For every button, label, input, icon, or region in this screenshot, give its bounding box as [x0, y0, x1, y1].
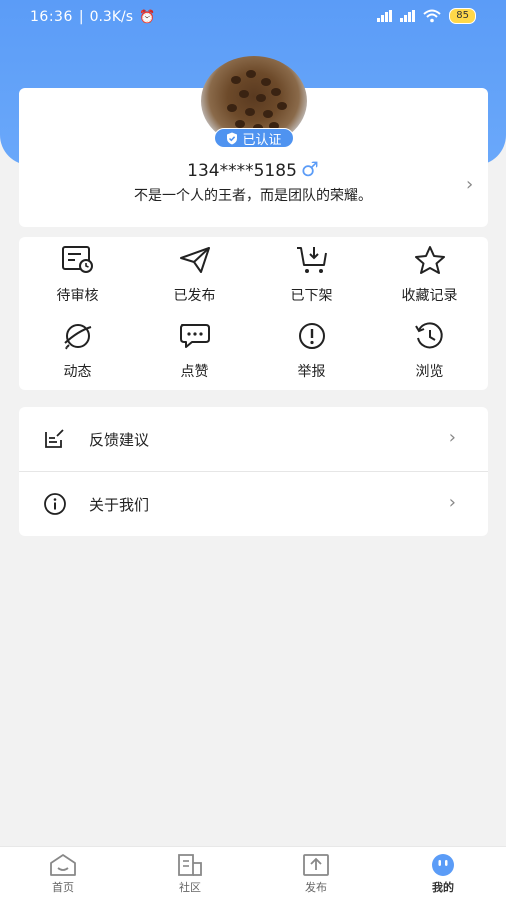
grid-label: 举报	[297, 364, 326, 380]
tab-publish[interactable]: 发布	[276, 853, 356, 895]
home-icon	[50, 854, 76, 876]
community-icon	[178, 854, 202, 876]
smiley-face-icon	[432, 854, 454, 876]
signal-icon	[377, 10, 393, 22]
menu-card: 反馈建议 › 关于我们 ›	[19, 407, 488, 536]
star-icon	[414, 246, 445, 274]
pending-review-icon	[61, 246, 93, 273]
history-icon	[414, 322, 443, 349]
grid-label: 点赞	[180, 364, 209, 380]
info-circle-icon	[44, 493, 66, 515]
chat-bubble-icon	[179, 324, 210, 348]
menu-label: 关于我们	[89, 495, 150, 514]
wifi-icon	[423, 9, 441, 23]
planet-icon	[63, 324, 91, 350]
tab-home[interactable]: 首页	[23, 853, 103, 895]
shield-check-icon	[227, 132, 238, 144]
grid-item-report[interactable]: 举报	[253, 321, 370, 381]
grid-label: 动态	[63, 364, 92, 380]
chevron-right-icon: ›	[448, 427, 456, 448]
tab-community[interactable]: 社区	[150, 853, 230, 895]
signal-icon-2	[400, 10, 416, 22]
menu-label: 反馈建议	[89, 430, 150, 449]
grid-item-favorites[interactable]: 收藏记录	[371, 245, 488, 305]
tab-label: 我的	[432, 881, 454, 894]
male-gender-icon: ♂	[300, 157, 319, 181]
grid-item-removed[interactable]: 已下架	[253, 245, 370, 305]
menu-item-about[interactable]: 关于我们 ›	[19, 472, 488, 536]
grid-item-activity[interactable]: 动态	[19, 321, 136, 381]
grid-item-likes[interactable]: 点赞	[136, 321, 253, 381]
status-bar: 16:36 | 0.3K/s ⏰ 85	[0, 0, 506, 34]
tab-mine[interactable]: 我的	[403, 853, 483, 895]
grid-label: 已发布	[173, 288, 216, 304]
action-grid-card: 待审核 已发布 已下架 收藏记录 动态 点赞 举报 浏览	[19, 237, 488, 390]
status-separator: |	[78, 9, 84, 25]
status-right-group: 85	[377, 8, 476, 24]
grid-label: 已下架	[290, 288, 333, 304]
alarm-icon: ⏰	[139, 9, 156, 25]
menu-item-feedback[interactable]: 反馈建议 ›	[19, 407, 488, 471]
chevron-right-icon: ›	[448, 492, 456, 513]
status-time: 16:36	[30, 9, 73, 25]
tab-label: 发布	[305, 881, 327, 894]
tab-label: 首页	[52, 881, 74, 894]
user-motto: 不是一个人的王者，而是团队的荣耀。	[134, 188, 372, 204]
grid-label: 浏览	[415, 364, 444, 380]
status-network-speed: 0.3K/s	[89, 9, 134, 25]
cart-download-icon	[296, 247, 327, 273]
bottom-tab-bar: 首页 社区 发布 我的	[0, 846, 506, 900]
grid-item-published[interactable]: 已发布	[136, 245, 253, 305]
grid-item-history[interactable]: 浏览	[371, 321, 488, 381]
phone-row: 134****5185 ♂	[0, 157, 506, 181]
verified-label: 已认证	[242, 132, 282, 148]
verified-badge: 已认证	[214, 128, 294, 148]
edit-note-icon	[45, 429, 64, 448]
upload-icon	[303, 854, 329, 876]
grid-label: 收藏记录	[401, 288, 458, 304]
paper-plane-icon	[179, 247, 210, 273]
phone-number: 134****5185	[187, 161, 297, 181]
grid-item-pending-review[interactable]: 待审核	[19, 245, 136, 305]
exclamation-circle-icon	[298, 323, 325, 349]
grid-label: 待审核	[56, 288, 99, 304]
tab-label: 社区	[179, 881, 201, 894]
battery-indicator: 85	[449, 8, 476, 24]
